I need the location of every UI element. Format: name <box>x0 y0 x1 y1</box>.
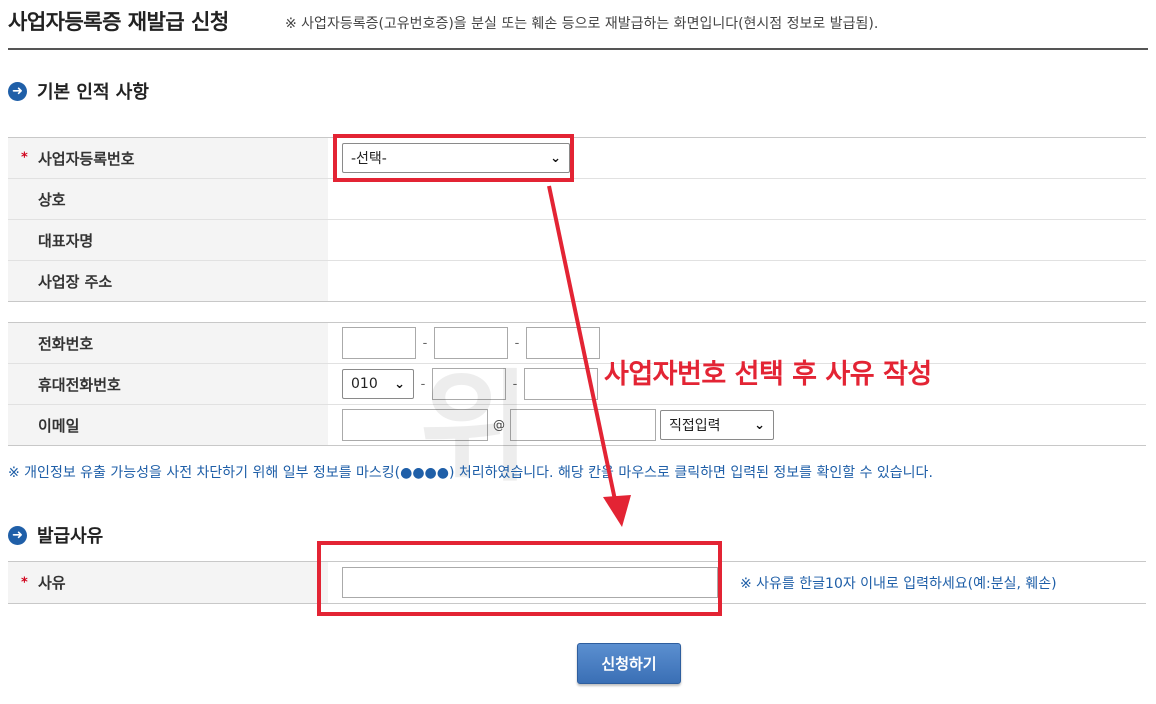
annotation-arrow <box>547 185 631 527</box>
arrow-line <box>547 185 617 501</box>
arrow-head <box>603 495 631 527</box>
